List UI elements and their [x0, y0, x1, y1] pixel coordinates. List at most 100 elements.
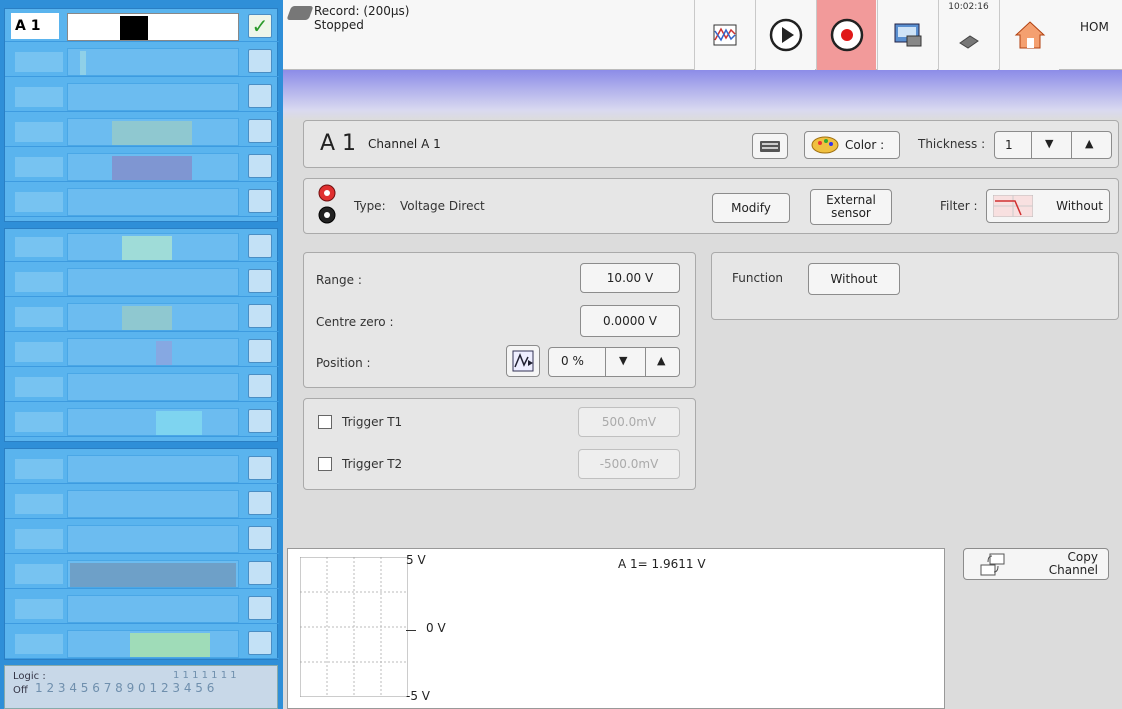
- keyboard-button[interactable]: [752, 133, 788, 159]
- channel-checkbox[interactable]: [248, 119, 272, 143]
- channel-row-label: [15, 377, 63, 397]
- home-icon: [1014, 21, 1045, 49]
- channel-group-2: [4, 228, 279, 442]
- channel-name-field[interactable]: Channel A 1: [368, 137, 441, 151]
- channel-trace: [112, 156, 192, 180]
- filter-label: Filter :: [940, 199, 978, 213]
- copy-channel-button[interactable]: Copy Channel: [963, 548, 1109, 580]
- channel-id: A 1: [320, 131, 357, 156]
- channel-checkbox[interactable]: [248, 526, 272, 550]
- channel-row[interactable]: [5, 556, 279, 589]
- range-label: Range :: [316, 273, 362, 287]
- type-panel: Type: Voltage Direct Modify External sen…: [303, 178, 1119, 234]
- function-button[interactable]: Without: [808, 263, 900, 295]
- increment-icon[interactable]: ▲: [657, 354, 665, 367]
- channel-strip: [67, 560, 239, 588]
- channel-row[interactable]: [5, 149, 279, 182]
- clock-button[interactable]: 10:02:16: [938, 0, 998, 70]
- record-button[interactable]: [816, 0, 876, 70]
- function-label: Function: [732, 271, 784, 285]
- channel-row[interactable]: [5, 626, 279, 659]
- channel-checkbox[interactable]: [248, 84, 272, 108]
- channel-checkbox[interactable]: [248, 269, 272, 293]
- channel-strip: [67, 233, 239, 261]
- channel-checkbox[interactable]: [248, 561, 272, 585]
- signal-adjust-icon: [512, 350, 534, 372]
- channel-checkbox[interactable]: [248, 154, 272, 178]
- channel-row[interactable]: [5, 229, 279, 262]
- channel-strip: [67, 630, 239, 658]
- channel-checkbox[interactable]: [248, 596, 272, 620]
- channel-checkbox[interactable]: [248, 491, 272, 515]
- channel-row-a1[interactable]: A 1 ✓: [5, 9, 279, 42]
- channel-row[interactable]: [5, 114, 279, 147]
- range-value-field[interactable]: 10.00 V: [580, 263, 680, 293]
- channel-checkbox[interactable]: [248, 631, 272, 655]
- channel-row-label: [15, 494, 63, 514]
- channel-row-label: [15, 157, 63, 177]
- channel-header-panel: A 1 Channel A 1 Color : Thickness : 1 ▼ …: [303, 120, 1119, 168]
- channel-row[interactable]: [5, 334, 279, 367]
- channel-trace: [156, 341, 172, 365]
- channel-row[interactable]: [5, 521, 279, 554]
- channel-checkbox[interactable]: [248, 409, 272, 433]
- screen-capture-icon: [894, 23, 921, 47]
- decrement-icon[interactable]: ▼: [619, 354, 627, 367]
- thickness-label: Thickness :: [918, 137, 986, 151]
- thickness-value: 1: [1005, 138, 1013, 152]
- channel-trace: [80, 51, 86, 75]
- channel-row[interactable]: [5, 44, 279, 77]
- signal-preview: 5 V 0 V -5 V A 1= 1.9611 V: [287, 548, 945, 709]
- external-sensor-button[interactable]: External sensor: [810, 189, 892, 225]
- channel-trace: [130, 633, 210, 657]
- channel-row[interactable]: [5, 404, 279, 437]
- channel-checkbox[interactable]: [248, 456, 272, 480]
- keyboard-icon: [760, 141, 780, 152]
- channel-row[interactable]: [5, 264, 279, 297]
- range-panel: Range : 10.00 V Centre zero : 0.0000 V P…: [303, 252, 696, 388]
- channel-checkbox[interactable]: [248, 234, 272, 258]
- channel-row[interactable]: [5, 486, 279, 519]
- trigger-t2-checkbox[interactable]: [318, 457, 332, 471]
- channel-row-label: A 1: [11, 13, 59, 39]
- trigger-t1-checkbox[interactable]: [318, 415, 332, 429]
- channel-checkbox[interactable]: [248, 304, 272, 328]
- filter-button[interactable]: Without: [986, 189, 1110, 223]
- auto-position-button[interactable]: [506, 345, 540, 377]
- play-button[interactable]: [755, 0, 815, 70]
- trigger-t1-value[interactable]: 500.0mV: [578, 407, 680, 437]
- channel-row[interactable]: [5, 299, 279, 332]
- channel-measurement: A 1= 1.9611 V: [618, 557, 706, 571]
- channel-enabled-checkbox[interactable]: ✓: [248, 14, 272, 38]
- channel-checkbox[interactable]: [248, 374, 272, 398]
- lowpass-filter-icon: [993, 195, 1033, 217]
- record-icon: [830, 18, 863, 52]
- channel-strip: [67, 408, 239, 436]
- logic-numbers: 1 1 1 1 1 1 1 1 2 3 4 5 6 7 8 9 0 1 2 3 …: [35, 670, 237, 695]
- channel-row[interactable]: [5, 184, 279, 217]
- channel-checkbox[interactable]: [248, 49, 272, 73]
- save-screen-button[interactable]: [877, 0, 937, 70]
- centre-zero-field[interactable]: 0.0000 V: [580, 305, 680, 337]
- trigger-t2-value[interactable]: -500.0mV: [578, 449, 680, 479]
- home-button[interactable]: [999, 0, 1059, 70]
- logic-bar[interactable]: Logic : Off 1 1 1 1 1 1 1 1 2 3 4 5 6 7 8…: [4, 665, 278, 709]
- scale-zero-label: 0 V: [426, 621, 446, 635]
- channel-row[interactable]: [5, 79, 279, 112]
- display-button[interactable]: [694, 0, 754, 70]
- position-stepper[interactable]: 0 % ▼ ▲: [548, 347, 680, 377]
- thickness-stepper[interactable]: 1 ▼ ▲: [994, 131, 1112, 159]
- decrement-icon[interactable]: ▼: [1045, 137, 1053, 150]
- channel-row[interactable]: [5, 369, 279, 402]
- channel-row[interactable]: [5, 451, 279, 484]
- preview-grid: [299, 556, 409, 698]
- channel-checkbox[interactable]: [248, 339, 272, 363]
- channel-checkbox[interactable]: [248, 189, 272, 213]
- color-button[interactable]: Color :: [804, 131, 900, 159]
- modify-button[interactable]: Modify: [712, 193, 790, 223]
- channel-trace: [112, 121, 192, 145]
- channel-trace: [120, 16, 148, 40]
- increment-icon[interactable]: ▲: [1085, 137, 1093, 150]
- position-value: 0 %: [561, 354, 584, 368]
- channel-row[interactable]: [5, 591, 279, 624]
